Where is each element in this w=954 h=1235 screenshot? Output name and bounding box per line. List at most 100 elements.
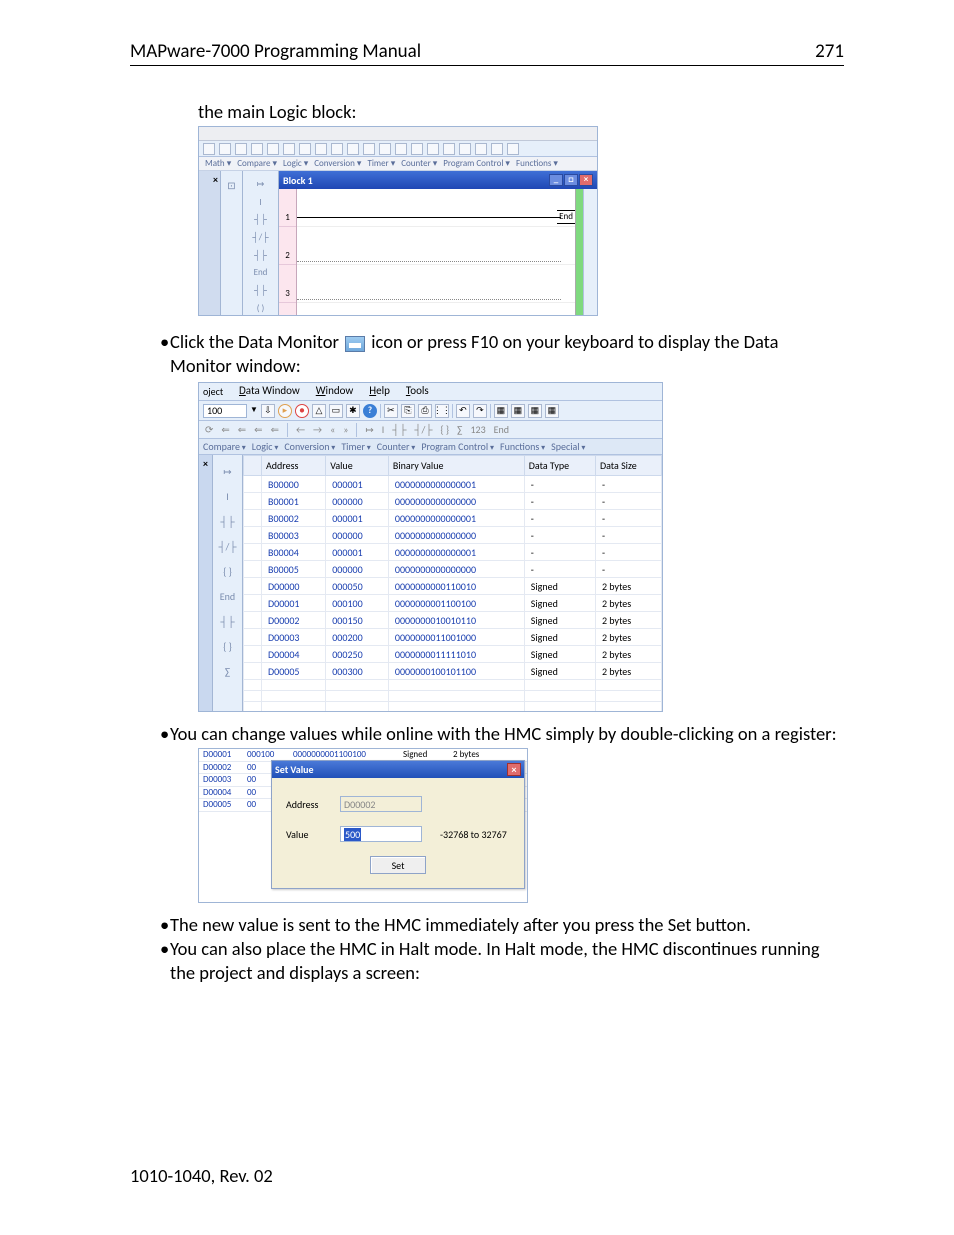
menu-data-window[interactable]: Data Window — [239, 384, 300, 398]
cut-icon[interactable]: ✂ — [384, 404, 398, 418]
tool-coil[interactable]: ( ) — [257, 303, 265, 315]
warn-icon[interactable]: △ — [312, 404, 326, 418]
sp-6[interactable]: ┤├ — [220, 615, 234, 628]
minimize-button[interactable]: _ — [549, 174, 563, 186]
col-value[interactable]: Value — [326, 456, 389, 476]
table-row[interactable]: B000010000000000000000000000-- — [244, 493, 662, 510]
cat-logic[interactable]: Logic ▾ — [283, 158, 308, 170]
maximize-button[interactable]: □ — [564, 174, 578, 186]
close-button[interactable]: × — [579, 174, 593, 186]
nav-15[interactable]: { } — [440, 423, 449, 436]
cat-counter[interactable]: Counter ▾ — [401, 158, 437, 170]
table-row[interactable]: D000010001000000000001100100Signed2 byte… — [244, 595, 662, 612]
cat2-conversion[interactable]: Conversion — [284, 440, 335, 453]
cat2-counter[interactable]: Counter — [377, 440, 416, 453]
nav-7[interactable]: → — [313, 423, 322, 436]
tool-i[interactable]: I — [259, 197, 261, 209]
sp-2[interactable]: ┤├ — [220, 515, 234, 528]
stop-icon[interactable]: ● — [295, 404, 309, 418]
copy-icon[interactable]: ⎘ — [401, 404, 415, 418]
cat-program-control[interactable]: Program Control ▾ — [443, 158, 510, 170]
tool-nc[interactable]: ┤/├ — [252, 232, 268, 244]
table-row[interactable]: D000050003000000000100101100Signed2 byte… — [244, 663, 662, 680]
nav-6[interactable]: ← — [296, 423, 305, 436]
screen-icon[interactable]: ▭ — [329, 404, 343, 418]
col-datasize[interactable]: Data Size — [595, 456, 661, 476]
col-datatype[interactable]: Data Type — [524, 456, 595, 476]
menu-help[interactable]: Help — [369, 384, 390, 398]
undo-icon[interactable]: ↶ — [456, 404, 470, 418]
nav-14[interactable]: ┤/├ — [414, 423, 432, 436]
paste-icon[interactable]: ⎙ — [418, 404, 432, 418]
help-icon[interactable]: ? — [363, 404, 377, 418]
nav-4[interactable]: ⇐ — [271, 423, 279, 436]
sp-0[interactable]: ↦ — [223, 465, 231, 478]
tool-rail[interactable]: ↦ — [257, 179, 265, 191]
close-button[interactable]: × — [507, 763, 521, 776]
cat-math[interactable]: Math ▾ — [205, 158, 231, 170]
nav-0[interactable]: ⟳ — [205, 423, 213, 436]
nav-2[interactable]: ⇐ — [238, 423, 246, 436]
sp-8[interactable]: ∑ — [225, 665, 230, 678]
cat2-compare[interactable]: Compare — [203, 440, 246, 453]
tool-no2[interactable]: ┤├ — [254, 250, 267, 262]
cat2-program-control[interactable]: Program Control — [421, 440, 494, 453]
tbl-icon[interactable]: ▦ — [494, 404, 508, 418]
table-row[interactable]: B000020000010000000000000001-- — [244, 510, 662, 527]
sp-3[interactable]: ┤/├ — [218, 540, 236, 553]
nav-9[interactable]: » — [343, 423, 348, 436]
table-row-empty[interactable] — [244, 680, 662, 691]
cat-conversion[interactable]: Conversion ▾ — [314, 158, 361, 170]
cat2-timer[interactable]: Timer — [341, 440, 370, 453]
table-row[interactable]: D000040002500000000011111010Signed2 byte… — [244, 646, 662, 663]
menu-window[interactable]: Window — [316, 384, 354, 398]
nav-8[interactable]: « — [330, 423, 335, 436]
table-row[interactable]: B000000000010000000000000001-- — [244, 476, 662, 493]
set-button[interactable]: Set — [370, 856, 426, 874]
sp-1[interactable]: I — [226, 490, 229, 503]
table-row-empty[interactable] — [244, 702, 662, 713]
nav-16[interactable]: ∑ — [457, 423, 462, 436]
nav-3[interactable]: ⇐ — [254, 423, 262, 436]
value-input[interactable]: 500 — [340, 826, 422, 842]
col-address[interactable]: Address — [262, 456, 326, 476]
tool-end[interactable]: End — [254, 267, 268, 279]
menu-tools[interactable]: Tools — [406, 384, 429, 398]
redo-icon[interactable]: ↷ — [473, 404, 487, 418]
cat2-logic[interactable]: Logic — [252, 440, 279, 453]
download-icon[interactable]: ⇩ — [261, 404, 275, 418]
nav-17[interactable]: 123 — [470, 423, 485, 436]
scrollbar[interactable] — [583, 189, 597, 315]
sp-5[interactable]: End — [220, 590, 235, 603]
table-row[interactable]: B000030000000000000000000000-- — [244, 527, 662, 544]
tbl3-icon[interactable]: ▦ — [528, 404, 542, 418]
sp-7[interactable]: { } — [223, 640, 232, 653]
tbl2-icon[interactable]: ▦ — [511, 404, 525, 418]
table-row[interactable]: D000020001500000000010010110Signed2 byte… — [244, 612, 662, 629]
nav-13[interactable]: ┤├ — [392, 423, 406, 436]
tool-no3[interactable]: ┤├ — [254, 285, 267, 297]
table-row[interactable]: B000040000010000000000000001-- — [244, 544, 662, 561]
cat-compare[interactable]: Compare ▾ — [237, 158, 277, 170]
cat2-functions[interactable]: Functions — [500, 440, 545, 453]
play-icon[interactable]: ▸ — [278, 404, 292, 418]
table-row-empty[interactable] — [244, 691, 662, 702]
gear-icon[interactable]: ✱ — [346, 404, 360, 418]
cat2-special[interactable]: Special — [551, 440, 585, 453]
pane-close[interactable]: × — [199, 171, 221, 315]
menu-project[interactable]: oject — [203, 385, 223, 398]
sp-4[interactable]: { } — [223, 565, 232, 578]
grid-icon[interactable]: ⋮⋮ — [435, 404, 449, 418]
nav-18[interactable]: End — [494, 423, 509, 436]
cat-timer[interactable]: Timer ▾ — [367, 158, 395, 170]
cat-functions[interactable]: Functions ▾ — [516, 158, 558, 170]
nav-11[interactable]: ↦ — [365, 423, 373, 436]
nav-1[interactable]: ⇐ — [221, 423, 229, 436]
ladder-rows[interactable]: End — [297, 189, 575, 315]
zoom-input[interactable]: 100 — [203, 404, 247, 418]
table-row[interactable]: B000050000000000000000000000-- — [244, 561, 662, 578]
tbl4-icon[interactable]: ▦ — [545, 404, 559, 418]
tool-no[interactable]: ┤├ — [254, 214, 267, 226]
table-row[interactable]: D000000000500000000000110010Signed2 byte… — [244, 578, 662, 595]
table-row[interactable]: D000030002000000000011001000Signed2 byte… — [244, 629, 662, 646]
